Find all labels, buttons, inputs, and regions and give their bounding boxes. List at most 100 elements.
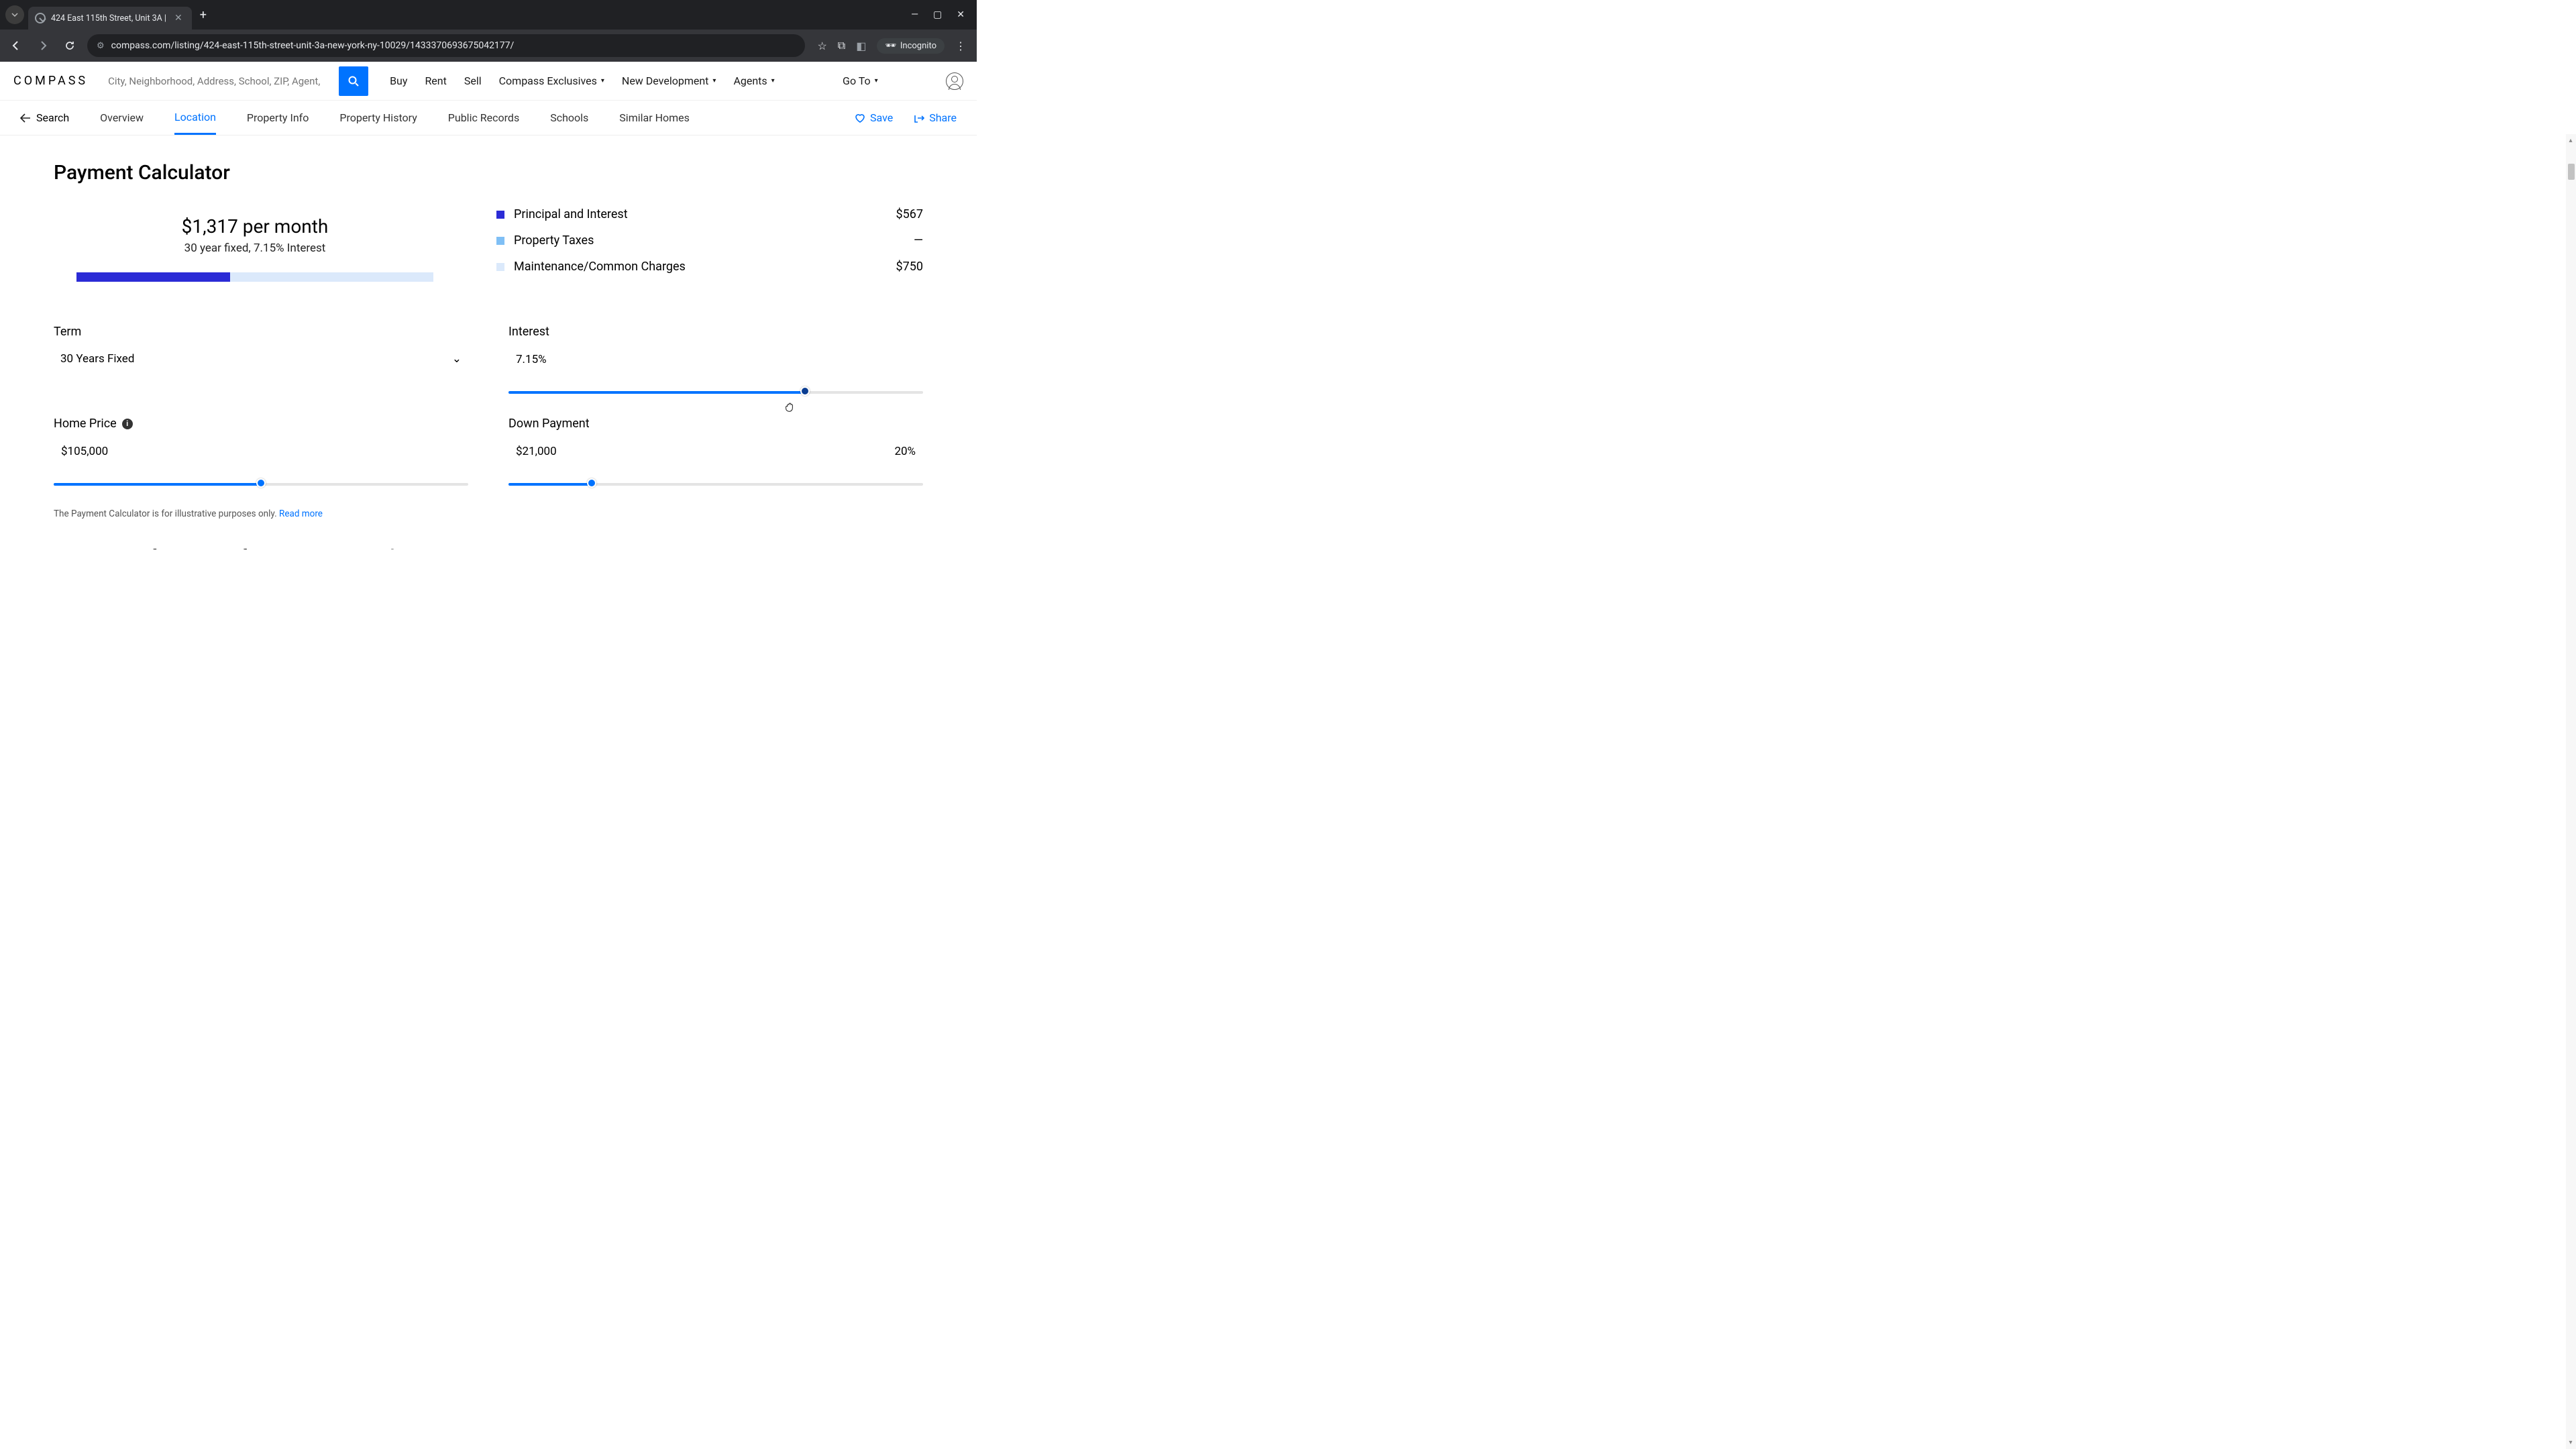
- downpayment-field: Down Payment $21,000 20%: [508, 417, 923, 486]
- field-label: Home Price i: [54, 417, 468, 431]
- legend-swatch-icon: [496, 211, 504, 219]
- breakdown-value: $750: [896, 260, 923, 274]
- browser-tab[interactable]: 424 East 115th Street, Unit 3A | ✕: [28, 7, 192, 30]
- tab-property-history[interactable]: Property History: [339, 102, 417, 133]
- nav-rent[interactable]: Rent: [425, 74, 446, 87]
- tab-public-records[interactable]: Public Records: [448, 102, 519, 133]
- reload-button[interactable]: [60, 36, 79, 55]
- tab-favicon-icon: [35, 13, 46, 23]
- scrollbar-thumb[interactable]: [2568, 164, 2575, 180]
- incognito-icon: 🕶: [885, 41, 896, 51]
- read-more-link[interactable]: Read more: [279, 508, 323, 519]
- search-button[interactable]: [339, 66, 368, 96]
- incognito-badge[interactable]: 🕶 Incognito: [877, 38, 945, 54]
- interest-slider[interactable]: [508, 391, 923, 394]
- site-search: [100, 66, 368, 96]
- compass-logo[interactable]: COMPASS: [13, 74, 88, 88]
- site-settings-icon[interactable]: ⚙: [97, 41, 105, 51]
- bookmark-icon[interactable]: ☆: [817, 40, 826, 52]
- tab-close-icon[interactable]: ✕: [172, 13, 185, 23]
- term-select[interactable]: 30 Years Fixed ⌄: [54, 347, 468, 371]
- field-label: Term: [54, 325, 468, 339]
- chevron-down-icon: ▾: [771, 77, 775, 85]
- breakdown-row: Property Taxes —: [496, 233, 923, 248]
- loan-summary: 30 year fixed, 7.15% Interest: [54, 241, 456, 255]
- chevron-down-icon: ⌄: [452, 352, 462, 366]
- scroll-down-icon[interactable]: ▾: [2567, 1439, 2575, 1446]
- section-title: Payment Calculator: [54, 161, 923, 184]
- back-to-search[interactable]: Search: [20, 111, 69, 124]
- forward-button[interactable]: [34, 36, 52, 55]
- tab-title: 424 East 115th Street, Unit 3A |: [51, 13, 166, 23]
- info-icon[interactable]: i: [122, 419, 133, 429]
- heart-icon: [854, 112, 866, 124]
- browser-titlebar: 424 East 115th Street, Unit 3A | ✕ + ― ▢…: [0, 0, 977, 30]
- chevron-down-icon: ▾: [712, 77, 716, 85]
- address-bar[interactable]: ⚙ compass.com/listing/424-east-115th-str…: [87, 34, 805, 57]
- search-input[interactable]: [100, 68, 339, 94]
- price-field: Home Price i $105,000: [54, 417, 468, 486]
- listing-subnav: Search Overview Location Property Info P…: [0, 101, 977, 136]
- price-input[interactable]: $105,000: [54, 439, 468, 464]
- downpayment-input[interactable]: $21,000: [508, 439, 757, 464]
- scroll-up-icon[interactable]: ▴: [2567, 137, 2575, 144]
- new-tab-button[interactable]: +: [192, 8, 215, 22]
- disclaimer: The Payment Calculator is for illustrati…: [54, 508, 923, 519]
- primary-nav: Buy Rent Sell Compass Exclusives▾ New De…: [390, 74, 775, 87]
- breakdown-row: Principal and Interest $567: [496, 207, 923, 221]
- breakdown-label: Principal and Interest: [514, 207, 628, 221]
- nav-buy[interactable]: Buy: [390, 74, 407, 87]
- extensions-icon[interactable]: ⧉: [838, 39, 845, 52]
- breakdown-value: $567: [896, 207, 923, 221]
- back-button[interactable]: [7, 36, 25, 55]
- legend-swatch-icon: [496, 237, 504, 245]
- field-label: Down Payment: [508, 417, 923, 431]
- nav-sell[interactable]: Sell: [464, 74, 482, 87]
- interest-input[interactable]: 7.15%: [508, 347, 923, 372]
- search-icon: [347, 75, 360, 87]
- nav-agents[interactable]: Agents▾: [733, 74, 774, 87]
- page-content: Payment Calculator $1,317 per month 30 y…: [0, 136, 977, 549]
- url-text: compass.com/listing/424-east-115th-stree…: [111, 40, 515, 51]
- nav-goto[interactable]: Go To▾: [843, 74, 878, 87]
- tab-overview[interactable]: Overview: [100, 102, 144, 133]
- share-button[interactable]: Share: [913, 111, 957, 124]
- breakdown-label: Maintenance/Common Charges: [514, 260, 686, 274]
- breakdown-row: Maintenance/Common Charges $750: [496, 260, 923, 274]
- interest-field: Interest 7.15%: [508, 325, 923, 394]
- site-header: COMPASS Buy Rent Sell Compass Exclusives…: [0, 62, 977, 101]
- browser-toolbar: ⚙ compass.com/listing/424-east-115th-str…: [0, 30, 977, 62]
- tab-schools[interactable]: Schools: [550, 102, 588, 133]
- downpayment-slider[interactable]: [508, 483, 923, 486]
- tab-similar[interactable]: Similar Homes: [619, 102, 690, 133]
- tab-property-info[interactable]: Property Info: [247, 102, 309, 133]
- sidepanel-icon[interactable]: ◧: [856, 40, 866, 52]
- term-field: Term 30 Years Fixed ⌄: [54, 325, 468, 394]
- save-button[interactable]: Save: [854, 111, 893, 124]
- share-icon: [913, 112, 925, 124]
- legend-swatch-icon: [496, 263, 504, 271]
- slider-knob[interactable]: [800, 386, 810, 396]
- nav-exclusives[interactable]: Compass Exclusives▾: [499, 74, 604, 87]
- tab-location[interactable]: Location: [174, 101, 216, 135]
- menu-icon[interactable]: ⋮: [955, 40, 966, 52]
- window-controls: ― ▢ ✕: [911, 9, 971, 20]
- vertical-scrollbar[interactable]: ▴ ▾: [2566, 134, 2576, 1449]
- tab-search-icon[interactable]: [5, 5, 24, 24]
- slider-knob[interactable]: [256, 478, 266, 488]
- property-info-heading: Property Information for 424 East 115th …: [54, 546, 923, 549]
- monthly-payment: $1,317 per month: [54, 215, 456, 237]
- account-icon[interactable]: [946, 72, 963, 90]
- slider-knob[interactable]: [587, 478, 596, 488]
- price-slider[interactable]: [54, 483, 468, 486]
- maximize-button[interactable]: ▢: [933, 9, 942, 20]
- incognito-label: Incognito: [900, 41, 936, 51]
- nav-newdev[interactable]: New Development▾: [622, 74, 716, 87]
- close-button[interactable]: ✕: [957, 9, 965, 20]
- breakdown-label: Property Taxes: [514, 233, 594, 248]
- cost-bar: [76, 272, 433, 282]
- minimize-button[interactable]: ―: [911, 9, 918, 20]
- downpayment-pct[interactable]: 20%: [799, 439, 923, 464]
- breakdown-value: —: [914, 233, 923, 248]
- field-label: Interest: [508, 325, 923, 339]
